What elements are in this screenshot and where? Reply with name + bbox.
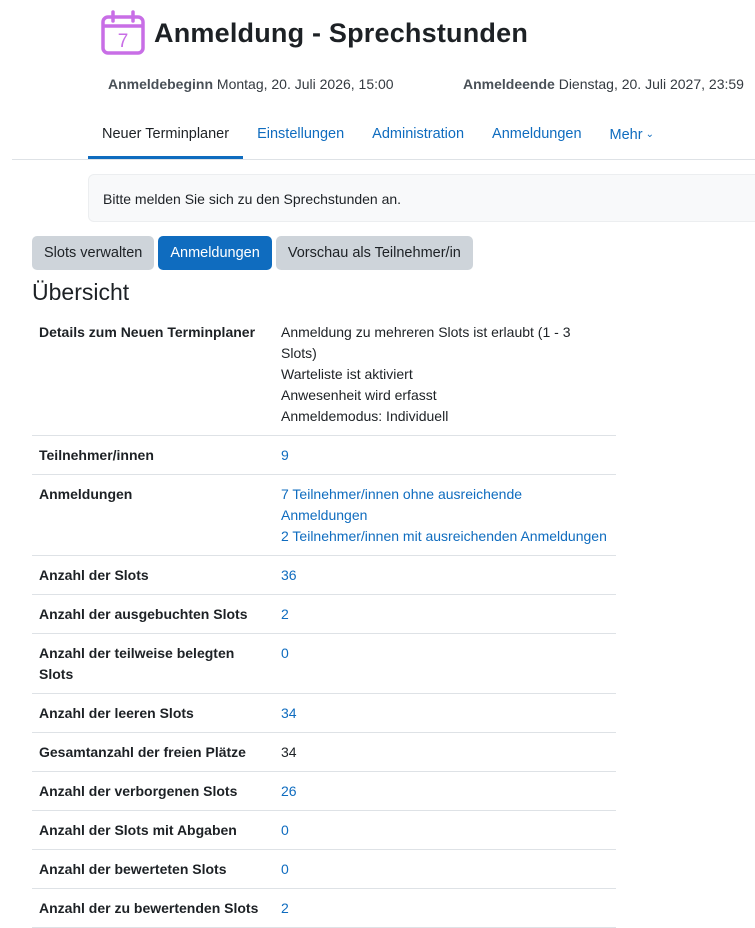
detail-line: Warteliste ist aktiviert <box>281 366 413 382</box>
row-value-cell: 26 <box>274 771 616 811</box>
manage-slots-button[interactable]: Slots verwalten <box>32 236 155 270</box>
tab-neuer-terminplaner[interactable]: Neuer Terminplaner <box>88 110 244 159</box>
calendar-icon: 7 <box>101 10 145 55</box>
registration-end-value: Dienstag, 20. Juli 2027, 23:59 <box>558 76 744 92</box>
tab-mehr-label: Mehr <box>609 127 643 143</box>
row-value: 34 <box>281 744 297 760</box>
row-value-cell: 2 <box>274 888 616 928</box>
row-label: Anzahl der verborgenen Slots <box>32 771 274 811</box>
table-row: Teilnehmer/innen 9 <box>32 435 616 475</box>
registration-begin-value: Montag, 20. Juli 2026, 15:00 <box>216 76 394 92</box>
table-row: Gesamtanzahl der freien Plätze 34 <box>32 732 616 772</box>
row-value-link[interactable]: 0 <box>281 861 289 877</box>
registrations-button[interactable]: Anmeldungen <box>158 236 272 270</box>
row-value-link[interactable]: 2 <box>281 606 289 622</box>
row-value-link[interactable]: 0 <box>281 645 289 661</box>
calendar-day: 7 <box>118 31 129 52</box>
row-label: Anzahl der teilweise belegten Slots <box>32 633 274 694</box>
row-label: Anzahl der leeren Slots <box>32 693 274 733</box>
row-value-cell: 0 <box>274 849 616 889</box>
row-label: Anzahl der Slots <box>32 555 274 595</box>
insufficient-registrations-link[interactable]: 7 Teilnehmer/innen ohne ausreichende Anm… <box>281 484 609 526</box>
detail-line: Anmeldemodus: Individuell <box>281 408 449 424</box>
chevron-down-icon: ⌄ <box>645 129 654 140</box>
row-label: Anzahl der bewerteten Slots <box>32 849 274 889</box>
detail-line: Anwesenheit wird erfasst <box>281 387 437 403</box>
registration-begin: Anmeldebeginn Montag, 20. Juli 2026, 15:… <box>108 76 394 92</box>
tabs-divider <box>12 159 755 160</box>
row-label: Anzahl der zu bewertenden Slots <box>32 888 274 928</box>
table-row: Anzahl der Slots 36 <box>32 555 616 595</box>
overview-heading: Übersicht <box>32 279 130 305</box>
row-label: Anzahl der ausgebuchten Slots <box>32 594 274 634</box>
tab-anmeldungen[interactable]: Anmeldungen <box>478 110 596 159</box>
tab-mehr[interactable]: Mehr ⌄ <box>596 110 668 159</box>
overview-table: Details zum Neuen Terminplaner Anmeldung… <box>32 313 616 928</box>
row-label: Teilnehmer/innen <box>32 435 274 475</box>
row-value-cell: 0 <box>274 633 616 694</box>
table-row: Anzahl der leeren Slots 34 <box>32 693 616 733</box>
row-value-cell: 2 <box>274 594 616 634</box>
row-value-cell: 34 <box>274 693 616 733</box>
table-row: Anmeldungen 7 Teilnehmer/innen ohne ausr… <box>32 474 616 556</box>
page-title: Anmeldung - Sprechstunden <box>154 17 529 48</box>
row-value-link[interactable]: 2 <box>281 900 289 916</box>
registration-begin-label: Anmeldebeginn <box>108 76 214 92</box>
table-row: Anzahl der verborgenen Slots 26 <box>32 771 616 811</box>
row-value-link[interactable]: 34 <box>281 705 297 721</box>
detail-line: Anmeldung zu mehreren Slots ist erlaubt … <box>281 324 571 361</box>
row-label: Anmeldungen <box>32 474 274 556</box>
row-label: Details zum Neuen Terminplaner <box>32 313 274 436</box>
table-row: Anzahl der Slots mit Abgaben 0 <box>32 810 616 850</box>
row-value-link[interactable]: 36 <box>281 567 297 583</box>
table-row: Anzahl der bewerteten Slots 0 <box>32 849 616 889</box>
row-value-link[interactable]: 0 <box>281 822 289 838</box>
registration-end: Anmeldeende Dienstag, 20. Juli 2027, 23:… <box>463 76 744 92</box>
table-row: Details zum Neuen Terminplaner Anmeldung… <box>32 313 616 436</box>
row-value-cell: 34 <box>274 732 616 772</box>
secondary-navigation: Neuer Terminplaner Einstellungen Adminis… <box>88 110 668 159</box>
row-label: Gesamtanzahl der freien Plätze <box>32 732 274 772</box>
sufficient-registrations-link[interactable]: 2 Teilnehmer/innen mit ausreichenden Anm… <box>281 526 609 547</box>
registration-end-label: Anmeldeende <box>463 76 555 92</box>
row-value-cell: 0 <box>274 810 616 850</box>
tab-einstellungen[interactable]: Einstellungen <box>243 110 358 159</box>
tab-administration[interactable]: Administration <box>358 110 478 159</box>
row-label: Anzahl der Slots mit Abgaben <box>32 810 274 850</box>
intro-box: Bitte melden Sie sich zu den Sprechstund… <box>88 174 755 222</box>
table-row: Anzahl der zu bewertenden Slots 2 <box>32 888 616 928</box>
row-value-cell: 36 <box>274 555 616 595</box>
details-cell: Anmeldung zu mehreren Slots ist erlaubt … <box>274 313 616 436</box>
participants-count-link[interactable]: 9 <box>281 447 289 463</box>
table-row: Anzahl der teilweise belegten Slots 0 <box>32 633 616 694</box>
row-value-link[interactable]: 26 <box>281 783 297 799</box>
preview-as-participant-button[interactable]: Vorschau als Teilnehmer/in <box>275 236 473 270</box>
action-buttons: Slots verwalten Anmeldungen Vorschau als… <box>32 236 473 270</box>
page-header: 7 Anmeldung - Sprechstunden <box>100 10 528 56</box>
table-row: Anzahl der ausgebuchten Slots 2 <box>32 594 616 634</box>
